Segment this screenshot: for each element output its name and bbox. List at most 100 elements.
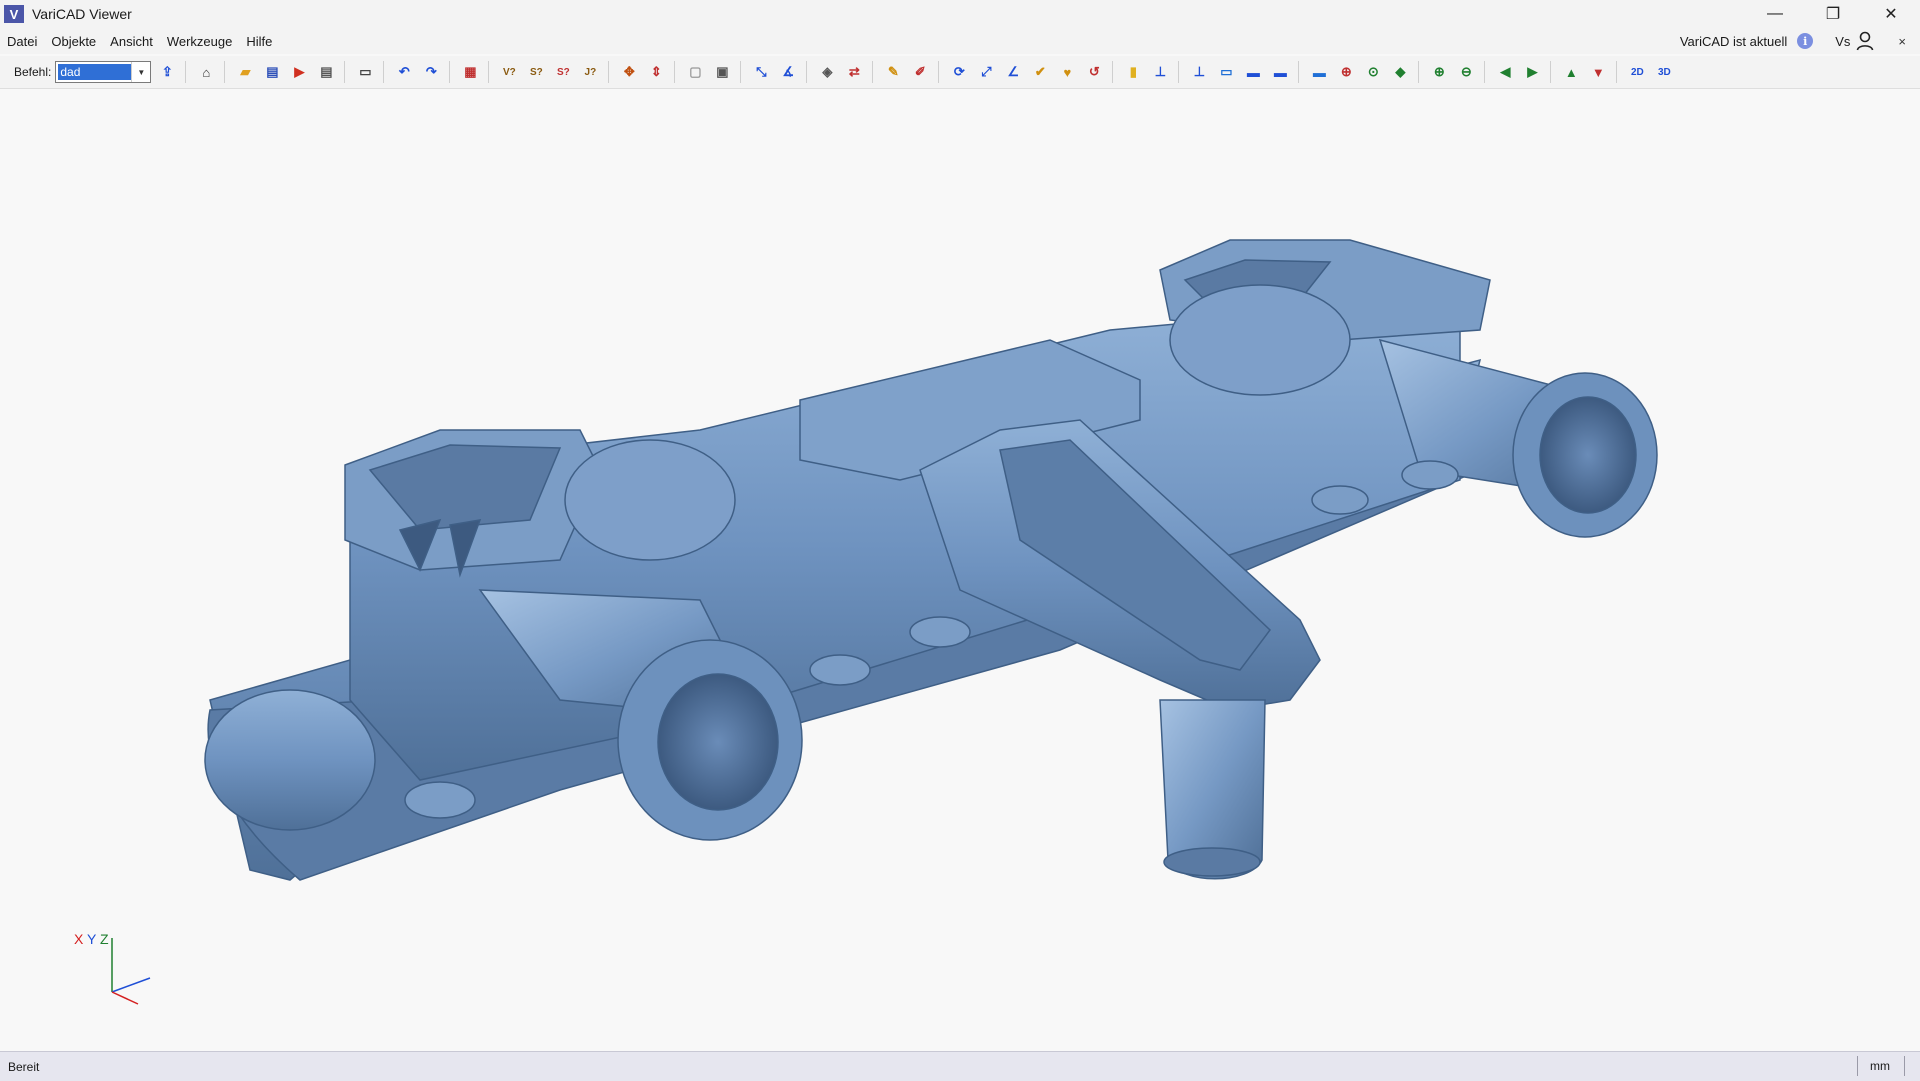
save-as-icon[interactable]: ▤ (315, 61, 337, 83)
toolbar: Befehl: ▼ ⇪⌂▰▤▶▤▭↶↷▦V?S?S?J?✥⇕▢▣⤡∡◈⇄✎✐⟳⤢… (0, 56, 1920, 89)
zoom-out-icon[interactable]: ⊖ (1455, 61, 1477, 83)
zoom-window-icon[interactable]: ⊕ (1335, 61, 1357, 83)
export-icon[interactable]: ⇪ (156, 61, 178, 83)
close-button[interactable]: ✕ (1862, 0, 1920, 28)
save-icon[interactable]: ▤ (261, 61, 283, 83)
toolbar-separator (1298, 61, 1300, 83)
query-j-icon[interactable]: J? (579, 61, 601, 83)
home-icon[interactable]: ⌂ (195, 61, 217, 83)
toolbar-separator (488, 61, 490, 83)
window-controls: — ❐ ✕ (1746, 0, 1920, 28)
section-icon[interactable]: ⇕ (645, 61, 667, 83)
box-light-icon[interactable]: ▢ (684, 61, 706, 83)
cube-view-icon[interactable]: ◈ (816, 61, 838, 83)
undo-icon[interactable]: ↶ (393, 61, 415, 83)
measure-dist-icon[interactable]: ✐ (909, 61, 931, 83)
save-pdf-icon[interactable]: ▶ (288, 61, 310, 83)
zoom-all-icon[interactable]: ⊙ (1362, 61, 1384, 83)
axis-y-label: Y (86, 931, 97, 947)
command-input[interactable] (58, 64, 133, 80)
view-side-icon[interactable]: ▬ (1269, 61, 1291, 83)
open-file-icon[interactable]: ▰ (234, 61, 256, 83)
update-status[interactable]: VariCAD ist aktuell (1680, 34, 1787, 49)
query-s2-icon[interactable]: S? (552, 61, 574, 83)
view-top-icon[interactable]: ▬ (1242, 61, 1264, 83)
toolbar-separator (344, 61, 346, 83)
query-v-icon[interactable]: V? (498, 61, 520, 83)
measure-pick-icon[interactable]: ✎ (882, 61, 904, 83)
toolbar-separator (872, 61, 874, 83)
upload-icon[interactable]: ▲ (1560, 61, 1582, 83)
query-s-icon[interactable]: S? (525, 61, 547, 83)
window-title: VariCAD Viewer (32, 6, 132, 22)
model-geometry (204, 239, 1658, 881)
x-axis-line (111, 991, 139, 1005)
toolbar-separator (1418, 61, 1420, 83)
check-icon[interactable]: ✔ (1029, 61, 1051, 83)
toolbar-separator (1112, 61, 1114, 83)
menu-ansicht[interactable]: Ansicht (103, 34, 160, 49)
measure-angle-icon[interactable]: ∡ (777, 61, 799, 83)
compare-icon[interactable]: ⇄ (843, 61, 865, 83)
toolbar-separator (938, 61, 940, 83)
status-divider (1857, 1056, 1858, 1076)
mode-3d-icon[interactable]: 3D (1653, 61, 1675, 83)
box-icon[interactable]: ▣ (711, 61, 733, 83)
user-icon[interactable] (1856, 31, 1874, 51)
rotate-icon[interactable]: ⟳ (948, 61, 970, 83)
explode-icon[interactable]: ✥ (618, 61, 640, 83)
menu-bar: Datei Objekte Ansicht Werkzeuge Hilfe Va… (0, 28, 1920, 54)
toolbar-separator (224, 61, 226, 83)
title-bar: V VariCAD Viewer — ❐ ✕ (0, 0, 1920, 28)
highlight-icon[interactable]: ▮ (1122, 61, 1144, 83)
toolbar-separator (1616, 61, 1618, 83)
chevron-down-icon[interactable]: ▼ (131, 62, 150, 82)
3d-viewport[interactable]: X Y Z (0, 89, 1920, 1051)
render-icon[interactable]: ◆ (1389, 61, 1411, 83)
toolbar-separator (674, 61, 676, 83)
transform-icon[interactable]: ↺ (1083, 61, 1105, 83)
object-list-icon[interactable]: ▦ (459, 61, 481, 83)
menu-objekte[interactable]: Objekte (44, 34, 103, 49)
restore-button[interactable]: ❐ (1804, 0, 1862, 28)
command-combobox[interactable]: ▼ (55, 61, 152, 83)
next-view-icon[interactable]: ▶ (1521, 61, 1543, 83)
manifold-model[interactable] (0, 89, 1920, 1051)
toolbar-separator (740, 61, 742, 83)
command-label: Befehl: (14, 65, 52, 79)
mode-2d-icon[interactable]: 2D (1626, 61, 1648, 83)
close-document-button[interactable]: × (1898, 34, 1906, 49)
plane2-icon[interactable]: ⊥ (1188, 61, 1210, 83)
mirror-icon[interactable]: ♥ (1056, 61, 1078, 83)
user-initials[interactable]: Vs (1835, 34, 1850, 49)
axis-labels: X Y Z (74, 931, 109, 947)
y-axis-line (111, 977, 151, 993)
toolbar-buttons: ⇪ ⌂ ▰ ▤ ▶ ▤ ▭ ↶ ↷ ▦ V? S? S? J? ✥ ⇕ ▢ ▣ ⤡ ∡ ◈ ⇄ ✎ ✐ ⟳ ⤢ ∠ ✔ ♥ ↺ ▮ ⊥ ⊥ ▭ ▬ ▬… (151, 61, 1675, 83)
print-icon[interactable]: ▭ (354, 61, 376, 83)
prev-view-icon[interactable]: ◀ (1494, 61, 1516, 83)
axis-z-label: Z (99, 931, 109, 947)
info-icon[interactable]: i (1797, 33, 1814, 49)
menu-hilfe[interactable]: Hilfe (239, 34, 279, 49)
redo-icon[interactable]: ↷ (420, 61, 442, 83)
toolbar-separator (185, 61, 187, 83)
menu-datei[interactable]: Datei (0, 34, 44, 49)
toolbar-separator (1178, 61, 1180, 83)
unit-indicator[interactable]: mm (1870, 1059, 1890, 1073)
minimize-button[interactable]: — (1746, 0, 1804, 28)
download-icon[interactable]: ▼ (1587, 61, 1609, 83)
plane-icon[interactable]: ⊥ (1149, 61, 1171, 83)
view-flat-icon[interactable]: ▬ (1308, 61, 1330, 83)
rotate-axis-icon[interactable]: ⤢ (975, 61, 997, 83)
measure-axes-icon[interactable]: ⤡ (750, 61, 772, 83)
toolbar-separator (806, 61, 808, 83)
menu-right-area: VariCAD ist aktuell i Vs × (1680, 28, 1920, 54)
status-divider-end (1904, 1056, 1905, 1076)
toolbar-separator (608, 61, 610, 83)
toolbar-separator (1550, 61, 1552, 83)
angle-icon[interactable]: ∠ (1002, 61, 1024, 83)
menu-werkzeuge[interactable]: Werkzeuge (160, 34, 240, 49)
app-logo-icon: V (4, 5, 24, 23)
zoom-in-icon[interactable]: ⊕ (1428, 61, 1450, 83)
view-front-icon[interactable]: ▭ (1215, 61, 1237, 83)
